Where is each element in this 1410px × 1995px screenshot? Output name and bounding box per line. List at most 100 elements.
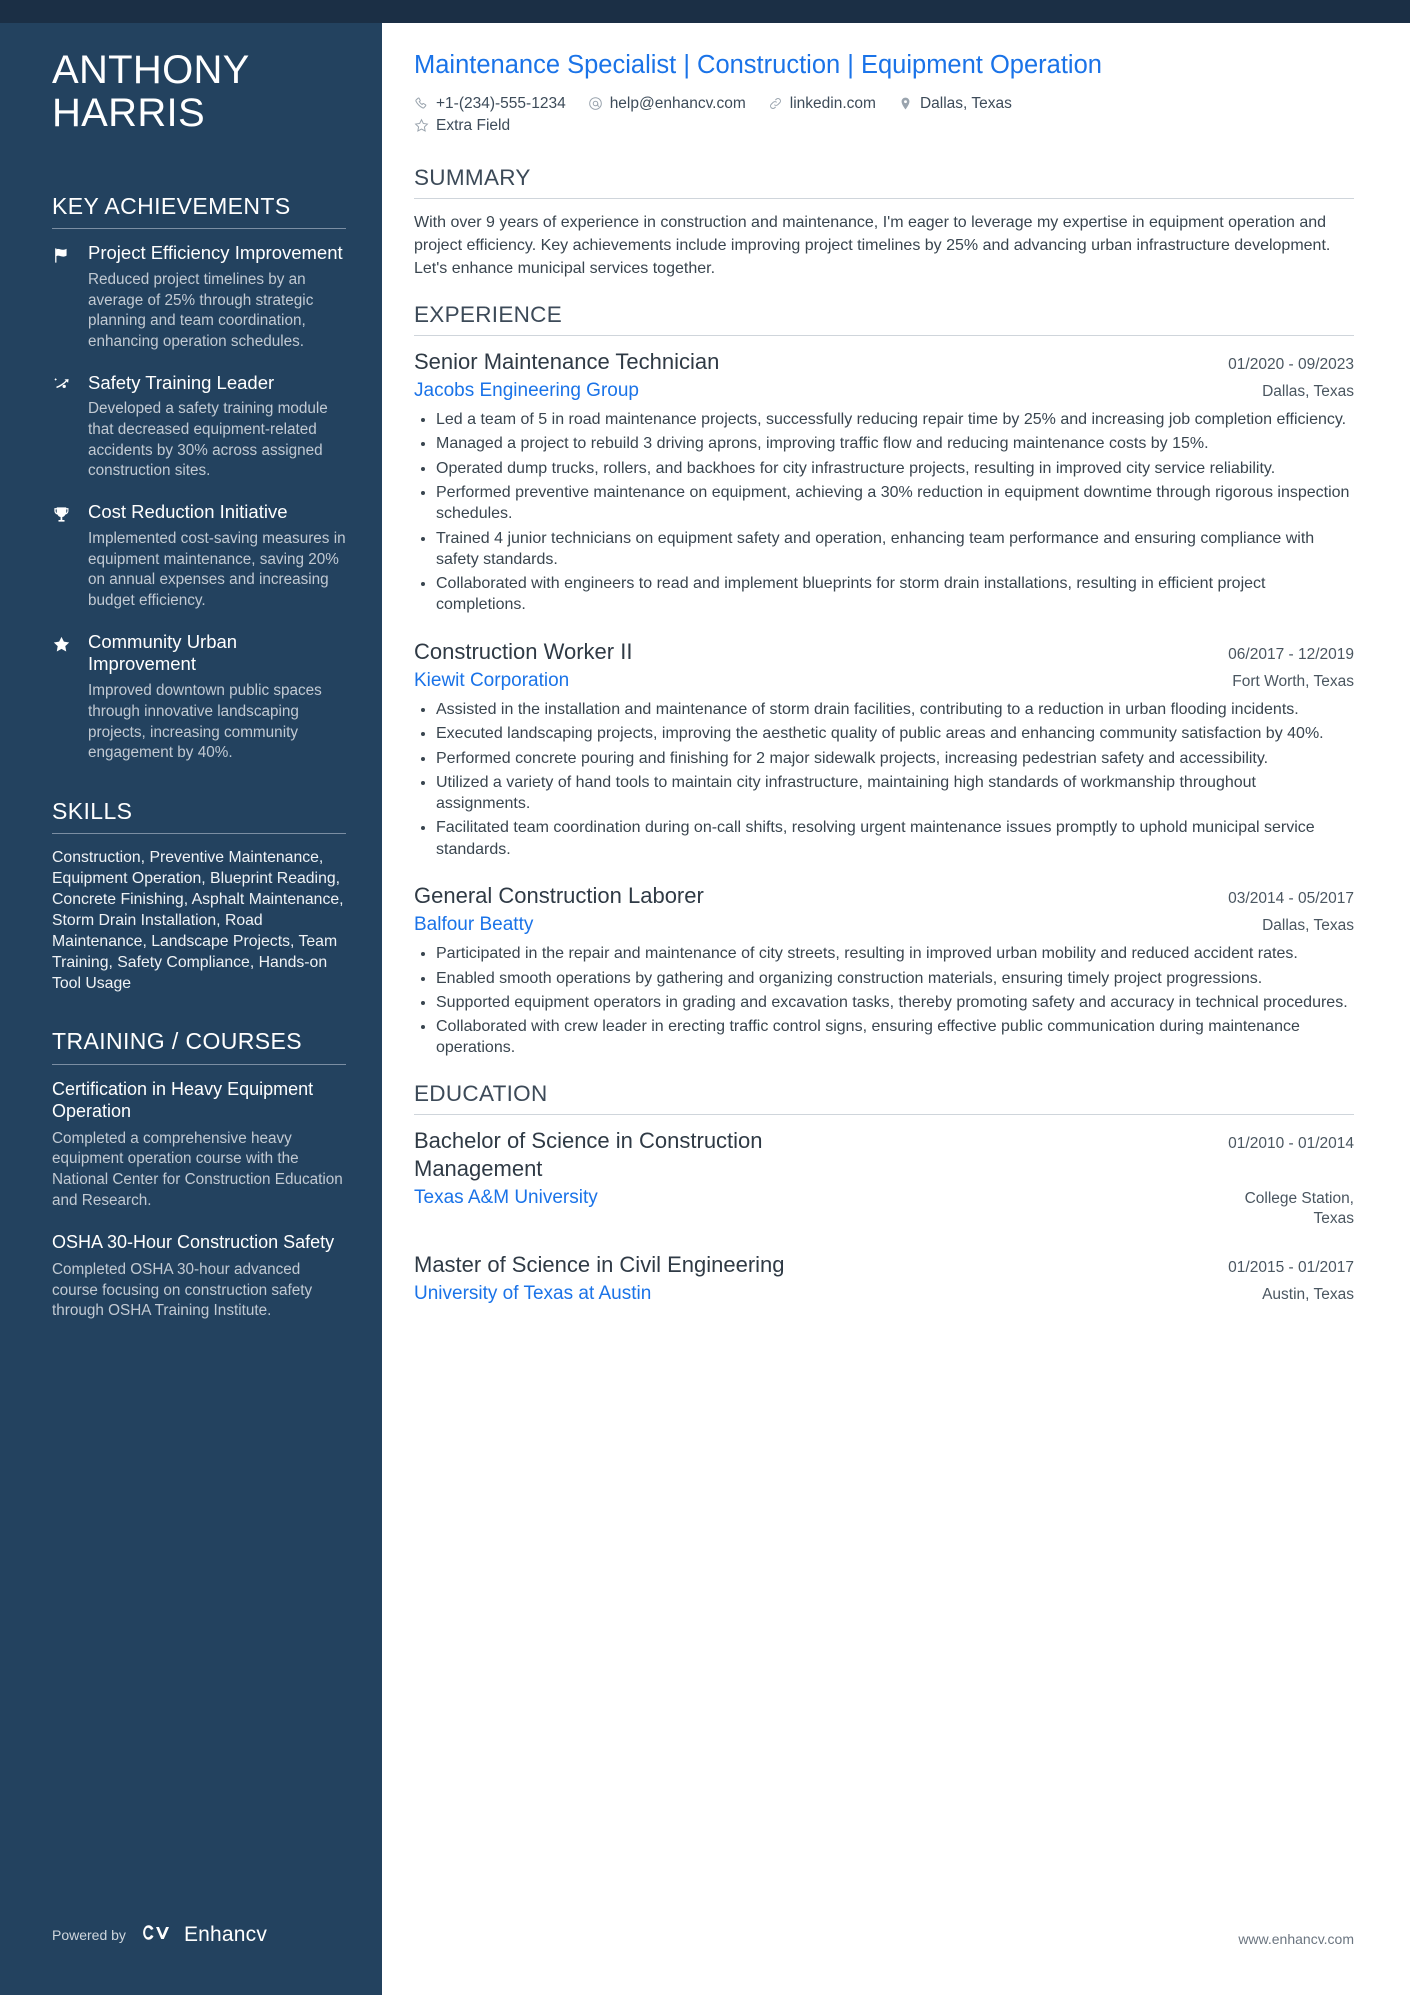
achievement-title: Community Urban Improvement	[88, 630, 238, 675]
training-courses-heading: TRAINING / COURSES	[52, 1028, 303, 1055]
contact-linkedin[interactable]: linkedin.com	[768, 95, 876, 113]
education-entry: Master of Science in Civil Engineering 0…	[414, 1251, 1354, 1306]
bullet: Collaborated with engineers to read and …	[414, 573, 1354, 616]
experience-date: 01/2020 - 09/2023	[1228, 355, 1354, 373]
experience-date: 06/2017 - 12/2019	[1228, 645, 1354, 663]
contact-extra-field[interactable]: Extra Field	[414, 117, 510, 135]
contact-extra-field-text: Extra Field	[436, 116, 511, 134]
achievement-description: Improved downtown public spaces through …	[88, 682, 322, 762]
experience-company[interactable]: Kiewit Corporation	[414, 669, 569, 693]
contact-email-text: help@enhancv.com	[609, 94, 746, 112]
achievement-item: Project Efficiency Improvement Reduced p…	[52, 242, 346, 353]
experience-bullets: Assisted in the installation and mainten…	[414, 699, 1354, 860]
achievement-title: Safety Training Leader	[88, 371, 275, 393]
divider	[414, 197, 1354, 199]
achievement-item: Cost Reduction Initiative Implemented co…	[52, 501, 346, 612]
location-pin-icon	[901, 97, 910, 110]
bullet: Assisted in the installation and mainten…	[414, 699, 1354, 720]
contact-linkedin-text: linkedin.com	[789, 94, 876, 112]
experience-company[interactable]: Balfour Beatty	[414, 913, 533, 937]
bullet: Supported equipment operators in grading…	[414, 992, 1354, 1013]
sidebar: ANTHONY HARRIS KEY ACHIEVEMENTS Project …	[0, 0, 382, 1995]
bullet: Facilitated team coordination during on-…	[414, 817, 1354, 860]
bullet: Operated dump trucks, rollers, and backh…	[414, 458, 1354, 479]
divider	[414, 334, 1354, 336]
powered-by-label: Powered by	[52, 1926, 126, 1943]
experience-heading: EXPERIENCE	[414, 301, 563, 327]
experience-bullets: Led a team of 5 in road maintenance proj…	[414, 409, 1354, 615]
bullet: Trained 4 junior technicians on equipmen…	[414, 528, 1354, 571]
training-courses-section: TRAINING / COURSES Certification in Heav…	[52, 1028, 346, 1321]
divider	[52, 833, 346, 835]
experience-bullets: Participated in the repair and maintenan…	[414, 943, 1354, 1058]
contact-email[interactable]: help@enhancv.com	[588, 95, 746, 113]
half-star-icon	[52, 635, 74, 654]
summary-heading: SUMMARY	[414, 164, 531, 190]
link-icon	[769, 98, 781, 110]
experience-location: Fort Worth, Texas	[1232, 672, 1354, 690]
powered-by-footer: Powered by Enhancv	[52, 1922, 267, 1947]
education-heading: EDUCATION	[414, 1080, 548, 1106]
bullet: Executed landscaping projects, improving…	[414, 723, 1354, 744]
strategy-arrow-icon	[52, 376, 74, 395]
contact-location-text: Dallas, Texas	[919, 94, 1012, 112]
education-location: Austin, Texas	[1262, 1286, 1354, 1304]
summary-text: With over 9 years of experience in const…	[414, 213, 1331, 277]
contact-phone[interactable]: +1-(234)-555-1234	[414, 95, 566, 113]
divider	[52, 1063, 346, 1065]
course-title: OSHA 30-Hour Construction Safety	[52, 1232, 335, 1253]
course-description: Completed OSHA 30-hour advanced course f…	[52, 1260, 313, 1320]
top-band	[0, 0, 1410, 23]
achievement-description: Reduced project timelines by an average …	[88, 270, 314, 350]
course-item: Certification in Heavy Equipment Operati…	[52, 1078, 346, 1212]
key-achievements-section: KEY ACHIEVEMENTS Project Efficiency Impr…	[52, 193, 346, 764]
experience-company[interactable]: Jacobs Engineering Group	[414, 379, 639, 403]
experience-location: Dallas, Texas	[1262, 382, 1354, 400]
experience-date: 03/2014 - 05/2017	[1228, 889, 1354, 907]
education-date: 01/2015 - 01/2017	[1228, 1259, 1354, 1277]
education-school[interactable]: University of Texas at Austin	[414, 1282, 651, 1306]
bullet: Led a team of 5 in road maintenance proj…	[414, 409, 1354, 430]
resume-page: ANTHONY HARRIS KEY ACHIEVEMENTS Project …	[0, 0, 1410, 1995]
skills-list: Construction, Preventive Maintenance, Eq…	[52, 849, 344, 993]
education-entry: Bachelor of Science in Construction Mana…	[414, 1127, 1354, 1230]
skills-section: SKILLS Construction, Preventive Maintena…	[52, 798, 346, 994]
experience-entry: Senior Maintenance Technician 01/2020 - …	[414, 348, 1354, 616]
education-school[interactable]: Texas A&M University	[414, 1186, 598, 1210]
education-degree: Master of Science in Civil Engineering	[414, 1252, 785, 1278]
achievement-item: Safety Training Leader Developed a safet…	[52, 372, 346, 483]
experience-job-title: Construction Worker II	[414, 638, 633, 664]
bullet: Performed preventive maintenance on equi…	[414, 482, 1354, 525]
education-section: EDUCATION Bachelor of Science in Constru…	[414, 1081, 1354, 1307]
phone-icon	[415, 97, 427, 109]
achievement-description: Developed a safety training module that …	[88, 400, 328, 480]
bullet: Participated in the repair and maintenan…	[414, 943, 1354, 964]
summary-section: SUMMARY With over 9 years of experience …	[414, 165, 1354, 280]
achievement-title: Project Efficiency Improvement	[88, 242, 343, 264]
bullet: Performed concrete pouring and finishing…	[414, 748, 1354, 769]
experience-section: EXPERIENCE Senior Maintenance Technician…	[414, 302, 1354, 1059]
achievement-description: Implemented cost-saving measures in equi…	[88, 529, 346, 609]
first-name: ANTHONY	[52, 48, 250, 92]
star-icon	[414, 118, 429, 133]
education-location: College Station, Texas	[1244, 1190, 1354, 1228]
divider	[414, 1113, 1354, 1115]
trophy-icon	[52, 505, 74, 524]
course-description: Completed a comprehensive heavy equipmen…	[52, 1129, 343, 1209]
key-achievements-heading: KEY ACHIEVEMENTS	[52, 192, 291, 219]
website-footer[interactable]: www.enhancv.com	[1238, 1931, 1354, 1947]
candidate-name: ANTHONY HARRIS	[52, 49, 346, 135]
email-icon	[588, 97, 602, 110]
course-item: OSHA 30-Hour Construction Safety Complet…	[52, 1231, 346, 1321]
skills-heading: SKILLS	[52, 797, 133, 824]
last-name: HARRIS	[52, 90, 205, 135]
course-title: Certification in Heavy Equipment Operati…	[52, 1078, 314, 1122]
experience-location: Dallas, Texas	[1262, 917, 1354, 935]
flag-icon	[52, 246, 74, 265]
contact-location[interactable]: Dallas, Texas	[898, 95, 1012, 113]
bullet: Managed a project to rebuild 3 driving a…	[414, 433, 1354, 454]
experience-entry: General Construction Laborer 03/2014 - 0…	[414, 882, 1354, 1059]
achievement-item: Community Urban Improvement Improved dow…	[52, 631, 346, 764]
education-degree: Bachelor of Science in Construction Mana…	[414, 1127, 763, 1181]
bullet: Enabled smooth operations by gathering a…	[414, 968, 1354, 989]
